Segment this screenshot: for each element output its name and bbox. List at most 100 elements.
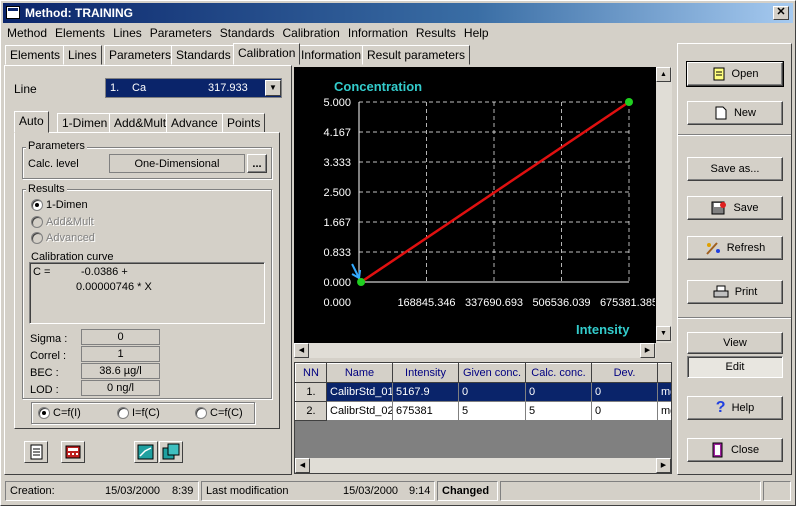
refresh-button-label: Refresh xyxy=(726,242,766,254)
menu-standards[interactable]: Standards xyxy=(216,24,279,42)
help-button[interactable]: ? Help xyxy=(687,396,783,420)
chevron-down-icon[interactable]: ▼ xyxy=(265,80,281,96)
scroll-up-icon[interactable]: ▲ xyxy=(656,67,671,82)
graph-icon xyxy=(137,444,154,460)
close-button[interactable]: Close xyxy=(687,438,783,462)
chart-title: Concentration xyxy=(334,79,422,94)
table-scroll-right-icon[interactable]: ▶ xyxy=(656,458,671,473)
graph-view-button[interactable] xyxy=(134,441,158,463)
menu-information[interactable]: Information xyxy=(344,24,412,42)
save-button[interactable]: Save xyxy=(687,196,783,220)
scroll-left-icon[interactable]: ◀ xyxy=(294,343,309,358)
subtab-add-mult[interactable]: Add&Mult xyxy=(109,113,172,133)
chart-vertical-scrollbar[interactable]: ▲ ▼ xyxy=(656,67,672,343)
tab-information[interactable]: Information xyxy=(296,45,367,65)
tab-lines[interactable]: Lines xyxy=(63,45,102,65)
sigma-label: Sigma : xyxy=(30,333,68,345)
tab-standards[interactable]: Standards xyxy=(171,45,236,65)
line-wavelength: 317.933 xyxy=(208,82,248,94)
table-horizontal-scrollbar[interactable]: ◀ ▶ xyxy=(295,458,671,473)
chart-panel: Concentration Intensity 5.000 4.167 3.333 2… xyxy=(294,67,672,343)
save-button-label: Save xyxy=(733,202,759,214)
line-select[interactable]: 1. Ca 317.933 ▼ xyxy=(105,78,282,98)
radio-c-f-i[interactable] xyxy=(38,407,50,419)
close-button-label: Close xyxy=(730,444,760,456)
cell-intensity[interactable]: 5167.9 xyxy=(392,382,459,402)
radio-add-mult xyxy=(31,216,43,228)
radio-c-f-c[interactable] xyxy=(195,407,207,419)
radio-i-f-c[interactable] xyxy=(117,407,129,419)
lod-label: LOD : xyxy=(30,384,59,396)
menu-parameters[interactable]: Parameters xyxy=(146,24,216,42)
calc-level-browse-button[interactable]: ... xyxy=(247,154,267,173)
bec-value: 38.6 µg/l xyxy=(81,363,160,379)
separator xyxy=(678,134,791,136)
table-row[interactable]: 1. CalibrStd_01 5167.9 0 0 0 mg xyxy=(295,382,671,402)
menu-method[interactable]: Method xyxy=(3,24,51,42)
open-button[interactable]: Open xyxy=(686,61,784,87)
save-as-button[interactable]: Save as... xyxy=(687,157,783,181)
status-corner xyxy=(763,481,791,501)
tab-parameters[interactable]: Parameters xyxy=(104,45,177,65)
print-button[interactable]: Print xyxy=(687,280,783,304)
cell-calc-conc[interactable]: 0 xyxy=(525,382,592,402)
report-button[interactable] xyxy=(24,441,48,463)
tab-calibration[interactable]: Calibration xyxy=(233,43,301,65)
column-header-nn[interactable]: NN xyxy=(295,363,327,383)
menu-calibration[interactable]: Calibration xyxy=(278,24,343,42)
radio-i-f-c-label: I=f(C) xyxy=(132,407,160,419)
table-scroll-left-icon[interactable]: ◀ xyxy=(295,458,310,473)
y-tick-label: 3.333 xyxy=(323,157,351,169)
scroll-down-icon[interactable]: ▼ xyxy=(656,326,671,341)
modified-date: 15/03/2000 xyxy=(343,485,399,497)
close-window-button[interactable]: ✕ xyxy=(773,6,789,20)
menu-results[interactable]: Results xyxy=(412,24,460,42)
subtab-1-dimen[interactable]: 1-Dimen xyxy=(57,113,113,133)
title-bar[interactable]: Method: TRAINING ✕ xyxy=(3,3,793,23)
calibration-point xyxy=(357,278,366,286)
subtab-auto[interactable]: Auto xyxy=(14,111,49,133)
correl-value: 1 xyxy=(81,346,160,362)
chart-horizontal-scrollbar[interactable]: ◀ ▶ xyxy=(294,343,656,358)
cell-intensity[interactable]: 675381 xyxy=(392,401,459,421)
x-tick-label: 0.000 xyxy=(323,297,351,309)
copy-graph-button[interactable] xyxy=(159,441,183,463)
cell-name[interactable]: CalibrStd_02 xyxy=(326,401,393,421)
tab-elements[interactable]: Elements xyxy=(5,45,66,65)
table-row[interactable]: 2. CalibrStd_02 675381 5 5 0 mg xyxy=(295,401,671,421)
new-button[interactable]: New xyxy=(687,101,783,125)
cell-unit[interactable]: mg xyxy=(657,401,671,421)
x-tick-label: 506536.039 xyxy=(532,297,590,309)
scroll-right-icon[interactable]: ▶ xyxy=(640,343,655,358)
cell-calc-conc[interactable]: 5 xyxy=(525,401,592,421)
y-tick-label: 2.500 xyxy=(323,187,351,199)
separator xyxy=(678,317,791,319)
subtab-advance[interactable]: Advance xyxy=(166,113,223,133)
cell-dev[interactable]: 0 xyxy=(591,401,658,421)
tab-result-parameters[interactable]: Result parameters xyxy=(362,45,471,65)
column-header-calc-conc[interactable]: Calc. conc. xyxy=(525,363,592,383)
edit-button[interactable]: Edit xyxy=(687,356,783,378)
menu-elements[interactable]: Elements xyxy=(51,24,109,42)
cell-dev[interactable]: 0 xyxy=(591,382,658,402)
cell-given-conc[interactable]: 5 xyxy=(458,401,526,421)
column-header-given-conc[interactable]: Given conc. xyxy=(458,363,526,383)
column-header-dev[interactable]: Dev. xyxy=(591,363,658,383)
refresh-button[interactable]: Refresh xyxy=(687,236,783,260)
column-header-name[interactable]: Name xyxy=(326,363,393,383)
calculator-button[interactable] xyxy=(61,441,85,463)
view-button[interactable]: View xyxy=(687,332,783,354)
menu-lines[interactable]: Lines xyxy=(109,24,146,42)
column-header-unit[interactable] xyxy=(657,363,671,383)
method-window: Method: TRAINING ✕ Method Elements Lines Pa… xyxy=(0,0,796,506)
radio-1-dimen[interactable] xyxy=(31,199,43,211)
cell-name[interactable]: CalibrStd_01 xyxy=(326,382,393,402)
subtab-points[interactable]: Points xyxy=(222,113,266,133)
cell-unit[interactable]: mg xyxy=(657,382,671,402)
menu-bar: Method Elements Lines Parameters Standards Ca… xyxy=(3,24,493,42)
menu-help[interactable]: Help xyxy=(460,24,493,42)
cell-given-conc[interactable]: 0 xyxy=(458,382,526,402)
line-number: 1. xyxy=(110,82,120,94)
column-header-intensity[interactable]: Intensity xyxy=(392,363,459,383)
creation-date: 15/03/2000 xyxy=(105,485,161,497)
